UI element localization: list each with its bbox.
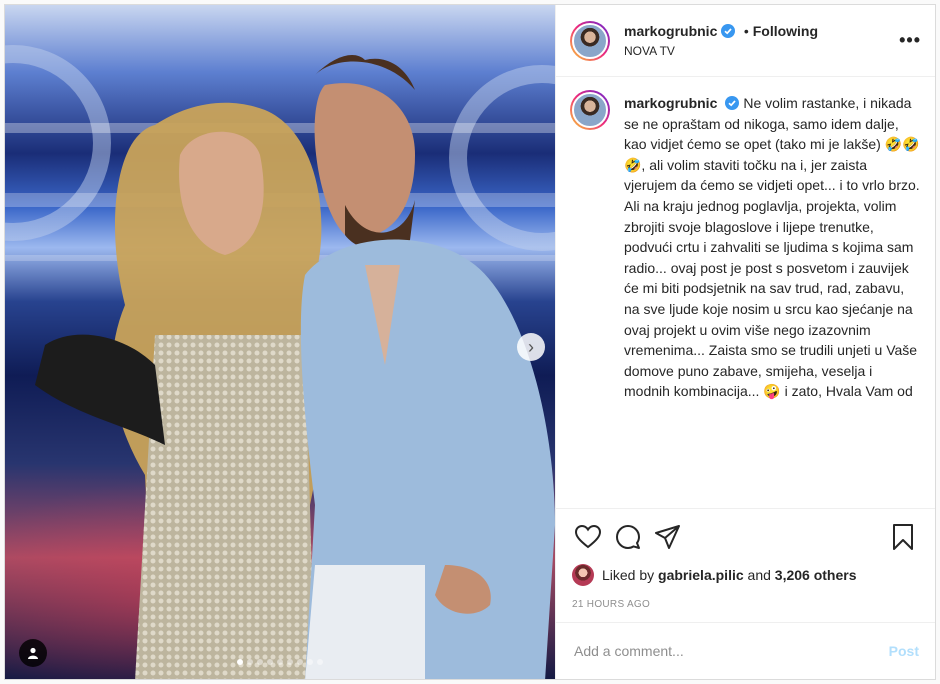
user-icon: [28, 647, 38, 659]
carousel-dot: [307, 659, 313, 665]
liker-avatar[interactable]: [572, 564, 594, 586]
instagram-post: › markogrubnic • Following NOVA TV ••• ma…: [4, 4, 936, 680]
post-header: markogrubnic • Following NOVA TV •••: [556, 5, 935, 77]
chevron-right-icon: ›: [528, 336, 534, 357]
post-sidebar: markogrubnic • Following NOVA TV ••• mark…: [555, 5, 935, 679]
carousel-dot: [247, 659, 253, 665]
carousel-dot: [317, 659, 323, 665]
share-button[interactable]: [648, 517, 688, 557]
liker-username-link[interactable]: gabriela.pilic: [658, 567, 744, 583]
heart-icon: [575, 525, 601, 549]
tagged-users-button[interactable]: [19, 639, 47, 667]
post-comment-button[interactable]: Post: [889, 643, 919, 659]
likes-others-link[interactable]: 3,206 others: [775, 567, 857, 583]
caption-username-link[interactable]: markogrubnic: [624, 95, 717, 111]
carousel-dot: [257, 659, 263, 665]
username-link[interactable]: markogrubnic: [624, 23, 717, 39]
verified-badge-icon: [721, 24, 736, 38]
carousel-dot: [267, 659, 273, 665]
carousel-dot: [297, 659, 303, 665]
post-image[interactable]: ›: [5, 5, 555, 679]
likes-and-text: and: [747, 567, 771, 583]
location-link[interactable]: NOVA TV: [624, 44, 891, 58]
avatar[interactable]: [570, 90, 610, 130]
send-icon: [655, 525, 680, 549]
caption-body: Ne volim rastanke, i nikada se ne oprašt…: [624, 95, 920, 400]
avatar[interactable]: [570, 20, 610, 61]
likes-summary: Liked by gabriela.pilic and 3,206 others: [572, 561, 919, 589]
liked-by-text: Liked by: [602, 567, 655, 583]
comment-button[interactable]: [608, 517, 648, 557]
next-image-button[interactable]: ›: [517, 333, 545, 361]
caption-section: markogrubnic Ne volim rastanke, i nikada …: [556, 77, 935, 508]
carousel-dot: [237, 659, 243, 665]
separator-dot: •: [743, 23, 749, 39]
save-button[interactable]: [883, 517, 923, 557]
people-illustration: [35, 55, 555, 679]
carousel-indicator: [237, 659, 323, 665]
caption-text: markogrubnic Ne volim rastanke, i nikada …: [624, 93, 921, 508]
bookmark-icon: [893, 524, 913, 550]
carousel-dot: [287, 659, 293, 665]
following-button[interactable]: Following: [753, 23, 818, 39]
like-button[interactable]: [568, 517, 608, 557]
comment-input[interactable]: [572, 642, 889, 660]
more-options-button[interactable]: •••: [899, 30, 921, 51]
comment-box: Post: [556, 622, 935, 679]
carousel-dot: [277, 659, 283, 665]
comment-icon: [616, 525, 640, 549]
verified-badge-icon: [725, 96, 740, 110]
post-timestamp[interactable]: 21 HOURS AGO: [572, 599, 919, 610]
action-bar: Liked by gabriela.pilic and 3,206 others…: [556, 508, 935, 622]
